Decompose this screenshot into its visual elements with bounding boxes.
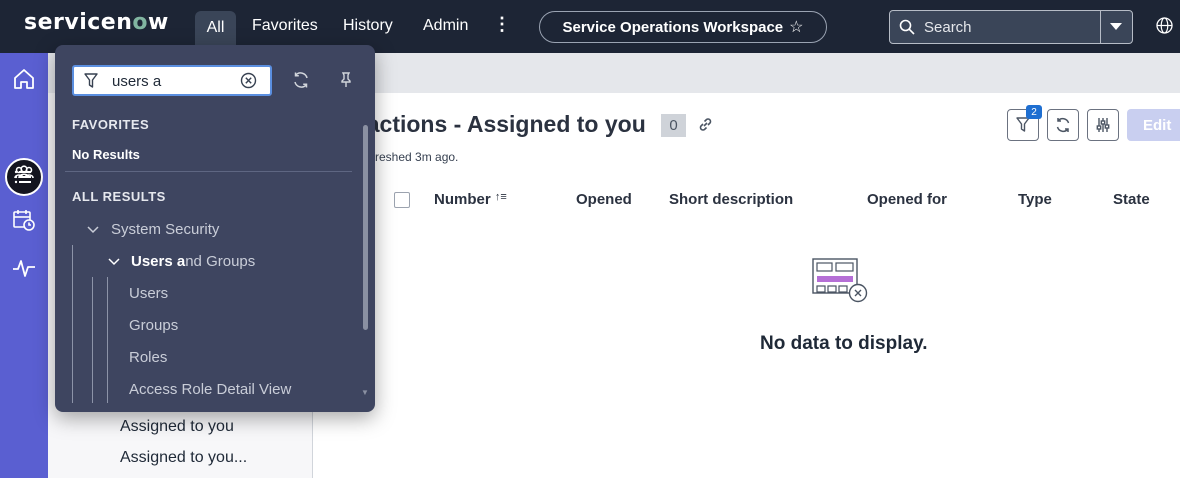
link-icon[interactable] <box>697 116 714 133</box>
column-header-number[interactable]: Number ↑≡ <box>434 191 507 208</box>
globe-icon[interactable] <box>1156 17 1173 34</box>
chevron-down-icon[interactable] <box>1110 23 1122 30</box>
all-menu-dropdown: FAVORITES No Results ALL RESULTS System … <box>55 45 375 412</box>
search-divider <box>1100 11 1101 43</box>
menu-scrollbar[interactable] <box>363 125 368 330</box>
calendar-clock-icon[interactable] <box>10 206 38 234</box>
filter-count-badge: 2 <box>1026 105 1042 119</box>
nav-favorites-tab[interactable]: Favorites <box>252 17 318 35</box>
global-search[interactable]: Search <box>889 10 1133 44</box>
chevron-down-icon[interactable] <box>108 258 120 266</box>
refresh-icon[interactable] <box>292 71 310 89</box>
workspace-pill[interactable]: Service Operations Workspace ☆ <box>539 11 827 43</box>
refresh-icon <box>1056 117 1070 133</box>
favorites-heading: FAVORITES <box>72 117 150 132</box>
favorites-empty-message: No Results <box>72 147 140 162</box>
nav-history-tab[interactable]: History <box>343 17 393 35</box>
match-highlight: Users a <box>131 253 186 270</box>
star-icon[interactable]: ☆ <box>789 17 803 37</box>
all-results-heading: ALL RESULTS <box>72 189 166 204</box>
people-icon[interactable] <box>10 159 38 187</box>
left-rail <box>0 53 48 478</box>
pin-icon[interactable] <box>337 71 355 89</box>
scroll-down-arrow[interactable]: ▼ <box>361 388 369 397</box>
search-input[interactable]: Search <box>924 19 972 36</box>
record-count-badge: 0 <box>661 114 686 137</box>
refresh-status: efreshed 3m ago. <box>365 150 459 164</box>
search-icon <box>899 19 915 35</box>
home-icon[interactable] <box>10 65 38 93</box>
tree-item-groups[interactable]: Groups <box>129 317 178 334</box>
column-header-type[interactable]: Type <box>1018 191 1052 208</box>
list-item[interactable]: Assigned to you... <box>120 449 247 467</box>
chevron-down-icon[interactable] <box>87 226 99 234</box>
clear-icon[interactable] <box>240 72 257 89</box>
tree-item-users-and-groups[interactable]: Users and Groups <box>131 253 255 270</box>
tree-guide-line <box>72 245 73 403</box>
tree-item-roles[interactable]: Roles <box>129 349 167 366</box>
filter-icon <box>1016 117 1030 132</box>
edit-button[interactable]: Edit <box>1127 109 1180 141</box>
tree-guide-line <box>107 277 108 403</box>
activity-icon[interactable] <box>10 254 38 282</box>
menu-filter-input[interactable] <box>112 71 232 91</box>
column-header-opened[interactable]: Opened <box>576 191 632 208</box>
column-settings-button[interactable] <box>1087 109 1119 141</box>
menu-filter-field[interactable] <box>72 65 272 96</box>
column-header-state[interactable]: State <box>1113 191 1150 208</box>
select-all-checkbox[interactable] <box>394 192 410 208</box>
empty-table-icon <box>812 258 868 303</box>
filter-icon <box>84 73 98 88</box>
sort-icon: ↑≡ <box>494 191 507 203</box>
refresh-button[interactable] <box>1047 109 1079 141</box>
tree-item-access-role-detail-view[interactable]: Access Role Detail View <box>129 381 291 398</box>
empty-state-message: No data to display. <box>760 333 928 354</box>
tree-item-users[interactable]: Users <box>129 285 168 302</box>
nav-all-tab[interactable]: All <box>195 11 236 45</box>
tree-item-system-security[interactable]: System Security <box>111 221 219 238</box>
nav-admin-tab[interactable]: Admin <box>423 17 468 35</box>
column-header-opened-for[interactable]: Opened for <box>867 191 947 208</box>
more-menu-button[interactable]: ⋮ <box>493 14 511 35</box>
sliders-icon <box>1096 118 1110 132</box>
column-header-short-description[interactable]: Short description <box>669 191 793 208</box>
menu-divider <box>65 171 352 172</box>
workspace-name: Service Operations Workspace <box>562 18 784 36</box>
tree-guide-line <box>92 277 93 403</box>
list-item[interactable]: Assigned to you <box>120 418 234 436</box>
page-title: eractions - Assigned to you <box>345 111 646 137</box>
servicenow-logo[interactable]: servicenow <box>24 10 169 35</box>
